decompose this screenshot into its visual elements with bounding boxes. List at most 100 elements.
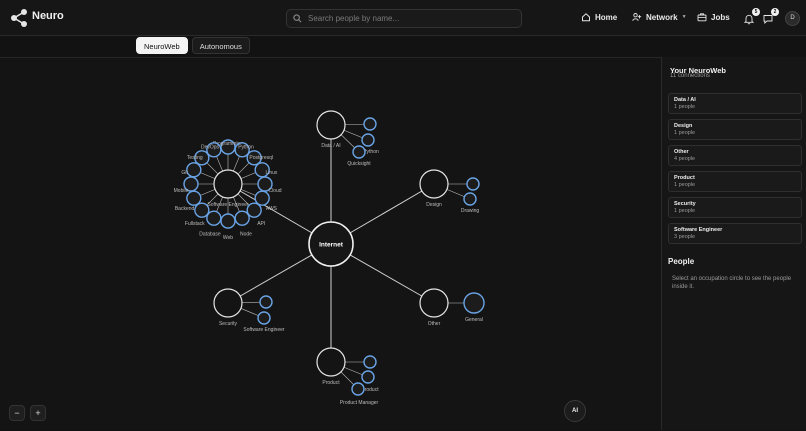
occupation-name: Product xyxy=(674,175,695,181)
hub-node-label: Internet xyxy=(319,242,344,249)
occupation-name: Design xyxy=(674,123,693,129)
notifications-button[interactable]: 5 xyxy=(743,8,760,25)
search-box[interactable] xyxy=(286,9,522,28)
person-node[interactable] xyxy=(259,295,273,309)
occupation-node-label: Data / AI xyxy=(321,143,340,149)
occupation-card[interactable]: Design 1 people xyxy=(668,119,802,140)
occupation-node-label: Security xyxy=(219,321,238,327)
occupation-node-label: Product xyxy=(322,380,340,386)
ai-assistant-button[interactable]: AI xyxy=(564,400,586,422)
person-node-label: Node xyxy=(240,231,252,237)
network-graph-canvas[interactable]: Python Quicksight Data / AI Drawing Design Ge… xyxy=(0,57,661,430)
person-node[interactable] xyxy=(351,382,365,396)
person-node[interactable] xyxy=(463,192,477,206)
occupation-count: 1 people xyxy=(674,130,696,136)
occupation-node[interactable] xyxy=(419,169,449,199)
occupation-card[interactable]: Security 1 people xyxy=(668,197,802,218)
occupation-node[interactable] xyxy=(316,347,346,377)
graph-nodes: Python Quicksight Data / AI Drawing Design Ge… xyxy=(174,110,485,406)
occupation-card[interactable]: Data / AI 1 people xyxy=(668,93,802,114)
nav-network-label: Network xyxy=(646,12,678,22)
person-node[interactable] xyxy=(466,177,480,191)
occupation-card[interactable]: Other 4 people xyxy=(668,145,802,166)
person-node[interactable] xyxy=(186,162,202,178)
messages-button[interactable]: 2 xyxy=(762,8,779,25)
person-node[interactable] xyxy=(186,190,202,206)
person-node[interactable] xyxy=(254,190,270,206)
search-icon xyxy=(293,14,302,23)
person-node[interactable] xyxy=(257,311,271,325)
app-name[interactable]: Neuro xyxy=(32,10,64,22)
occupation-count: 1 people xyxy=(674,104,696,110)
neuroweb-panel: Your NeuroWeb 11 connections Data / AI 1… xyxy=(661,57,806,430)
person-node-label: Git xyxy=(181,170,188,176)
connections-count: 11 connections xyxy=(670,73,710,79)
occupation-node[interactable] xyxy=(213,169,243,199)
occupation-count: 3 people xyxy=(674,234,696,240)
person-node[interactable] xyxy=(463,292,485,314)
occupation-node-label: Other xyxy=(428,321,441,327)
zoom-in-button[interactable]: + xyxy=(30,405,46,421)
person-node-label: Python xyxy=(238,145,254,151)
home-icon xyxy=(582,13,590,22)
person-node-label: Backend xyxy=(175,206,195,212)
share-logo-icon[interactable] xyxy=(9,8,29,28)
occupation-card[interactable]: Product 1 people xyxy=(668,171,802,192)
chevron-down-icon: ▼ xyxy=(681,14,687,20)
occupation-node[interactable] xyxy=(213,288,243,318)
person-node-label: Product Manager xyxy=(340,400,379,406)
tab-autonomous[interactable]: Autonomous xyxy=(191,37,250,54)
person-node-label: Cloud xyxy=(268,188,281,194)
nav-network[interactable]: Network ▼ xyxy=(632,12,687,22)
person-node-label: Database xyxy=(199,231,221,237)
occupation-card[interactable]: Software Engineer 3 people xyxy=(668,223,802,244)
person-node-label: AWS xyxy=(266,206,278,212)
person-node[interactable] xyxy=(361,133,375,147)
person-node-label: API xyxy=(257,221,265,227)
person-node[interactable] xyxy=(363,355,377,369)
view-tabs: NeuroWeb Autonomous xyxy=(136,37,250,54)
nav-jobs[interactable]: Jobs xyxy=(697,12,730,22)
person-node-label: DevOps xyxy=(201,145,220,151)
network-icon xyxy=(632,13,642,21)
person-node[interactable] xyxy=(220,213,236,229)
briefcase-icon xyxy=(697,13,707,22)
notifications-badge: 5 xyxy=(752,8,760,16)
person-node-label: General xyxy=(465,317,483,323)
person-node-label: Postgresql xyxy=(249,155,273,161)
person-node-label: Mobile xyxy=(174,188,189,194)
people-help-text: Select an occupation circle to see the p… xyxy=(672,276,792,290)
person-node[interactable] xyxy=(352,145,366,159)
avatar[interactable]: D xyxy=(785,11,800,26)
top-bar: Neuro Home Network ▼ Jobs xyxy=(0,0,806,36)
person-node-label: Linux xyxy=(265,170,277,176)
occupation-node-label: Software Engineer xyxy=(207,202,248,208)
occupation-node[interactable] xyxy=(419,288,449,318)
person-node-label: Quicksight xyxy=(347,161,371,167)
occupation-count: 4 people xyxy=(674,156,696,162)
occupation-name: Data / AI xyxy=(674,97,696,103)
person-node-label: Testing xyxy=(187,155,203,161)
person-node[interactable] xyxy=(363,117,377,131)
occupation-count: 1 people xyxy=(674,208,696,214)
zoom-out-button[interactable]: − xyxy=(9,405,25,421)
person-node-label: Fullstack xyxy=(185,221,205,227)
nav-home[interactable]: Home xyxy=(581,12,617,22)
nav-jobs-label: Jobs xyxy=(711,12,730,22)
person-node[interactable] xyxy=(234,210,250,226)
occupation-name: Other xyxy=(674,149,689,155)
occupation-node[interactable] xyxy=(316,110,346,140)
search-input[interactable] xyxy=(308,14,508,23)
occupation-name: Software Engineer xyxy=(674,227,723,233)
person-node[interactable] xyxy=(206,210,222,226)
messages-badge: 2 xyxy=(771,8,779,16)
network-graph[interactable]: Python Quicksight Data / AI Drawing Design Ge… xyxy=(0,58,661,431)
person-node-label: Drawing xyxy=(461,208,480,214)
person-node-label: Web xyxy=(223,235,233,241)
occupation-node-label: Design xyxy=(426,202,442,208)
tab-neuroweb[interactable]: NeuroWeb xyxy=(136,37,188,54)
person-node[interactable] xyxy=(361,370,375,384)
person-node[interactable] xyxy=(246,202,262,218)
person-node-label: Software Engineer xyxy=(243,327,284,333)
nav-home-label: Home xyxy=(595,12,618,22)
